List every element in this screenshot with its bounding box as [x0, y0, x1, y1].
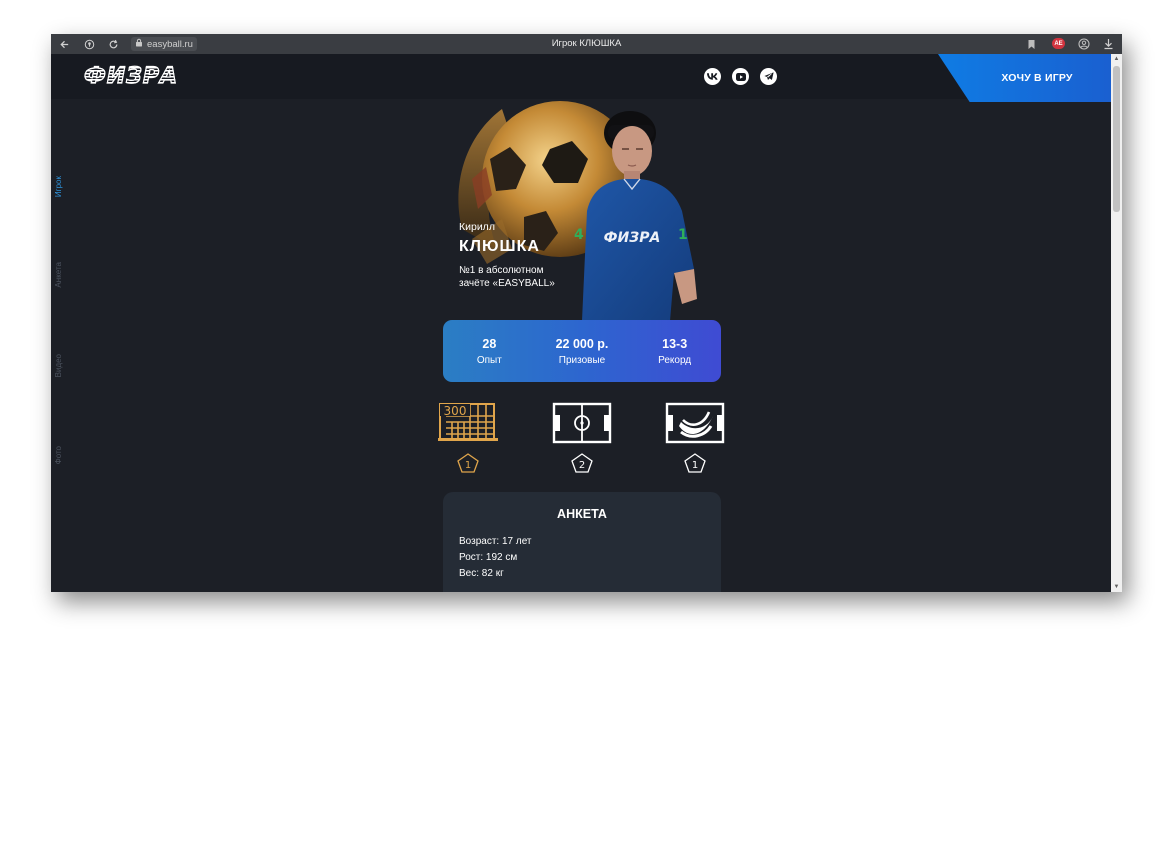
svg-text:1: 1	[465, 460, 471, 471]
stat-record: 13-3 Рекорд	[635, 337, 715, 366]
300-goal-icon: 300	[438, 403, 498, 441]
bananas-icon	[665, 402, 725, 444]
svg-text:300: 300	[444, 404, 467, 418]
count-badge: 1	[684, 453, 706, 473]
svg-text:1: 1	[678, 227, 688, 243]
browser-window: easyball.ru Игрок КЛЮШКА AE ФИЗРА ХОЧУ В…	[51, 34, 1122, 592]
stat-prize: 22 000 р. Призовые	[542, 337, 622, 366]
sidenav-item-player[interactable]: Игрок	[54, 176, 68, 197]
stat-label: Рекорд	[658, 354, 692, 366]
stat-value: 28	[482, 336, 497, 351]
player-hero: ФИЗРА 1 4 Кирилл КЛЮШКА №1 в абсолютном …	[442, 99, 721, 321]
count-badge: 1	[457, 453, 479, 473]
download-icon[interactable]	[1101, 37, 1115, 51]
svg-text:2: 2	[579, 460, 585, 471]
tab-title: Игрок КЛЮШКА	[551, 38, 622, 49]
page-viewport: ФИЗРА ХОЧУ В ИГРУ Игрок Анкета Видео Фот…	[51, 54, 1111, 592]
site-header: ФИЗРА ХОЧУ В ИГРУ	[51, 54, 1111, 102]
join-game-button[interactable]: ХОЧУ В ИГРУ	[938, 54, 1111, 102]
player-stats: 28 Опыт 22 000 р. Призовые 13-3 Рекорд	[443, 320, 721, 382]
svg-text:4: 4	[574, 227, 584, 243]
sidenav-item-anketa[interactable]: Анкета	[54, 262, 68, 288]
player-title-line1: №1 в абсолютном	[459, 265, 544, 276]
anketa-title: АНКЕТА	[557, 507, 607, 521]
bookmark-icon[interactable]	[1024, 37, 1038, 51]
sidenav-item-video[interactable]: Видео	[54, 354, 68, 377]
count-badge: 2	[571, 453, 593, 473]
svg-text:1: 1	[692, 460, 698, 471]
shirt-logo: ФИЗРА	[604, 230, 661, 246]
stat-experience: 28 Опыт	[449, 337, 529, 366]
profile-icon[interactable]	[1077, 37, 1091, 51]
vk-icon[interactable]	[704, 68, 721, 85]
achievement-300[interactable]: 300 1	[438, 402, 498, 474]
anketa-weight: Вес: 82 кг	[459, 568, 504, 579]
player-first-name: Кирилл	[459, 221, 495, 233]
youtube-icon[interactable]	[732, 68, 749, 85]
site-logo[interactable]: ФИЗРА	[83, 63, 178, 89]
anketa-age: Возраст: 17 лет	[459, 536, 532, 547]
achievement-bananas[interactable]: 1	[665, 402, 725, 474]
anketa-card: АНКЕТА Возраст: 17 лет Рост: 192 см Вес:…	[443, 492, 721, 592]
stat-label: Опыт	[476, 354, 502, 366]
stat-label: Призовые	[558, 354, 606, 366]
player-title-line2: зачёте «EASYBALL»	[459, 278, 555, 289]
football-field-icon	[552, 402, 612, 444]
player-nickname: КЛЮШКА	[459, 238, 540, 255]
sidenav-item-photo[interactable]: Фото	[54, 446, 68, 464]
anketa-height: Рост: 192 см	[459, 552, 518, 563]
achievement-field[interactable]: 2	[552, 402, 612, 474]
telegram-icon[interactable]	[760, 68, 777, 85]
stat-value: 13-3	[662, 336, 688, 351]
stat-value: 22 000 р.	[555, 336, 609, 351]
browser-toolbar: easyball.ru Игрок КЛЮШКА AE	[51, 34, 1122, 54]
scrollbar[interactable]: ▲ ▼	[1111, 54, 1122, 592]
scroll-thumb[interactable]	[1113, 66, 1120, 212]
scroll-up-arrow[interactable]: ▲	[1111, 54, 1122, 64]
scroll-down-arrow[interactable]: ▼	[1111, 582, 1122, 592]
extension-badge[interactable]: AE	[1052, 38, 1065, 49]
